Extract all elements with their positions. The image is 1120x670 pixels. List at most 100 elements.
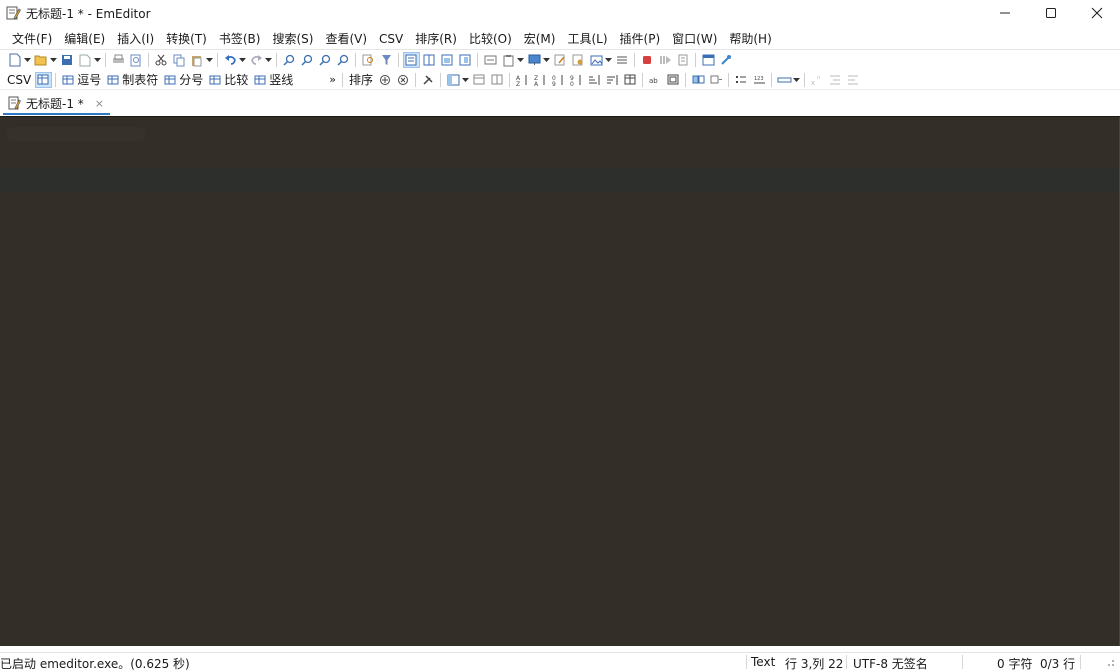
status-position[interactable]: 行 3,列 22 xyxy=(785,655,843,670)
outdent-icon[interactable] xyxy=(846,73,861,87)
csv-semicolon-button[interactable]: 分号 xyxy=(161,71,206,88)
menu-view[interactable]: 查看(V) xyxy=(319,28,373,50)
find-next-icon[interactable] xyxy=(300,53,315,67)
maximize-button[interactable] xyxy=(1028,0,1074,26)
close-button[interactable] xyxy=(1074,0,1120,26)
monitor-icon[interactable] xyxy=(527,53,542,67)
new-file-icon[interactable] xyxy=(8,53,23,67)
sort-09-icon[interactable]: 09 xyxy=(551,73,566,87)
csv-pipe-button[interactable]: 竖线 xyxy=(251,71,296,88)
split-window-icon[interactable] xyxy=(422,53,437,67)
ruler-dropdown-arrow-icon[interactable] xyxy=(793,73,801,87)
menu-window[interactable]: 窗口(W) xyxy=(666,28,723,50)
edit-document-icon[interactable] xyxy=(553,53,568,67)
abc-icon[interactable]: ab xyxy=(648,73,663,87)
menu-macros[interactable]: 宏(M) xyxy=(518,28,562,50)
paste-dropdown-arrow-icon[interactable] xyxy=(206,53,213,67)
sort-az-icon[interactable]: AZ xyxy=(515,73,530,87)
customize-icon[interactable] xyxy=(719,53,734,67)
sort-90-icon[interactable]: 90 xyxy=(569,73,584,87)
print-icon[interactable] xyxy=(111,53,126,67)
save-all-icon[interactable] xyxy=(78,53,93,67)
menu-convert[interactable]: 转换(T) xyxy=(160,28,213,50)
menu-help[interactable]: 帮助(H) xyxy=(723,28,777,50)
csv-comma-label: 逗号 xyxy=(77,73,102,87)
menu-edit[interactable]: 编辑(E) xyxy=(58,28,111,50)
redo-icon[interactable] xyxy=(249,53,264,67)
sort-reset-icon[interactable] xyxy=(396,73,411,87)
keyboard-icon[interactable] xyxy=(483,53,498,67)
clipboard-icon[interactable] xyxy=(501,53,516,67)
paste-icon[interactable] xyxy=(190,53,205,67)
menu-file[interactable]: 文件(F) xyxy=(6,28,58,50)
sort-length-desc-icon[interactable] xyxy=(605,73,620,87)
find-prev-icon[interactable] xyxy=(318,53,333,67)
split-icon[interactable] xyxy=(709,73,724,87)
undo-icon[interactable] xyxy=(223,53,238,67)
menu-sort[interactable]: 排序(R) xyxy=(409,28,463,50)
menu-compare[interactable]: 比较(O) xyxy=(463,28,518,50)
status-encoding[interactable]: UTF-8 无签名 xyxy=(853,655,928,670)
hide-column-icon[interactable] xyxy=(472,73,487,87)
menu-csv[interactable]: CSV xyxy=(373,28,409,50)
replace-icon[interactable] xyxy=(336,53,351,67)
list-icon[interactable] xyxy=(615,53,630,67)
monitor-dropdown-arrow-icon[interactable] xyxy=(543,53,550,67)
merge-icon[interactable] xyxy=(691,73,706,87)
image-icon[interactable] xyxy=(589,53,604,67)
toolbar-overflow-chevron[interactable]: » xyxy=(326,73,339,86)
menu-plugins[interactable]: 插件(P) xyxy=(614,28,667,50)
csv-comma-button[interactable]: 逗号 xyxy=(59,71,104,88)
filter-icon[interactable] xyxy=(379,53,394,67)
window-alt-icon[interactable] xyxy=(458,53,473,67)
numbered-list-icon[interactable]: 123 xyxy=(752,73,767,87)
open-dropdown-arrow-icon[interactable] xyxy=(50,53,57,67)
ruler-icon[interactable] xyxy=(777,73,792,87)
csv-tab-button[interactable]: 制表符 xyxy=(104,71,161,88)
layout-icon[interactable] xyxy=(402,52,420,68)
find-icon[interactable] xyxy=(282,53,297,67)
redo-dropdown-arrow-icon[interactable] xyxy=(265,53,272,67)
menu-search[interactable]: 搜索(S) xyxy=(266,28,319,50)
frame-icon[interactable] xyxy=(666,73,681,87)
tab-close-icon[interactable]: × xyxy=(95,97,104,110)
sort-add-icon[interactable] xyxy=(378,73,393,87)
bullet-list-icon[interactable] xyxy=(734,73,749,87)
macro-settings-icon[interactable] xyxy=(676,53,691,67)
minimize-button[interactable] xyxy=(982,0,1028,26)
cut-icon[interactable] xyxy=(154,53,169,67)
csv-mode-toggle-icon[interactable] xyxy=(34,71,52,88)
table-icon[interactable] xyxy=(623,73,638,87)
columns-dropdown-arrow-icon[interactable] xyxy=(462,73,470,87)
settings-document-icon[interactable] xyxy=(571,53,586,67)
open-folder-icon[interactable] xyxy=(34,53,49,67)
show-column-icon[interactable] xyxy=(490,73,505,87)
image-dropdown-arrow-icon[interactable] xyxy=(605,53,612,67)
status-mode[interactable]: Text xyxy=(751,655,775,669)
play-macro-icon[interactable] xyxy=(658,53,673,67)
sort-length-asc-icon[interactable] xyxy=(587,73,602,87)
save-dropdown-arrow-icon[interactable] xyxy=(94,53,101,67)
find-in-files-icon[interactable] xyxy=(361,53,376,67)
sort-za-icon[interactable]: ZA xyxy=(533,73,548,87)
clipboard-dropdown-arrow-icon[interactable] xyxy=(517,53,524,67)
new-dropdown-arrow-icon[interactable] xyxy=(24,53,31,67)
superscript-icon[interactable]: xn xyxy=(810,73,825,87)
undo-dropdown-arrow-icon[interactable] xyxy=(239,53,246,67)
menu-tools[interactable]: 工具(L) xyxy=(561,28,613,50)
tools-icon[interactable] xyxy=(421,73,436,87)
toolbar-settings-icon[interactable] xyxy=(701,53,716,67)
indent-icon[interactable] xyxy=(828,73,843,87)
tab-untitled-1[interactable]: 无标题-1 * × xyxy=(3,93,110,115)
print-preview-icon[interactable] xyxy=(129,53,144,67)
menu-bookmarks[interactable]: 书签(B) xyxy=(213,28,267,50)
save-icon[interactable] xyxy=(60,53,75,67)
menu-insert[interactable]: 插入(I) xyxy=(111,28,160,50)
csv-compare-button[interactable]: 比较 xyxy=(206,71,251,88)
record-macro-icon[interactable] xyxy=(640,53,655,67)
columns-icon[interactable] xyxy=(446,73,461,87)
window-icon[interactable] xyxy=(440,53,455,67)
editor-area[interactable] xyxy=(0,116,1120,646)
resize-grip-icon[interactable] xyxy=(1103,655,1115,670)
copy-icon[interactable] xyxy=(172,53,187,67)
